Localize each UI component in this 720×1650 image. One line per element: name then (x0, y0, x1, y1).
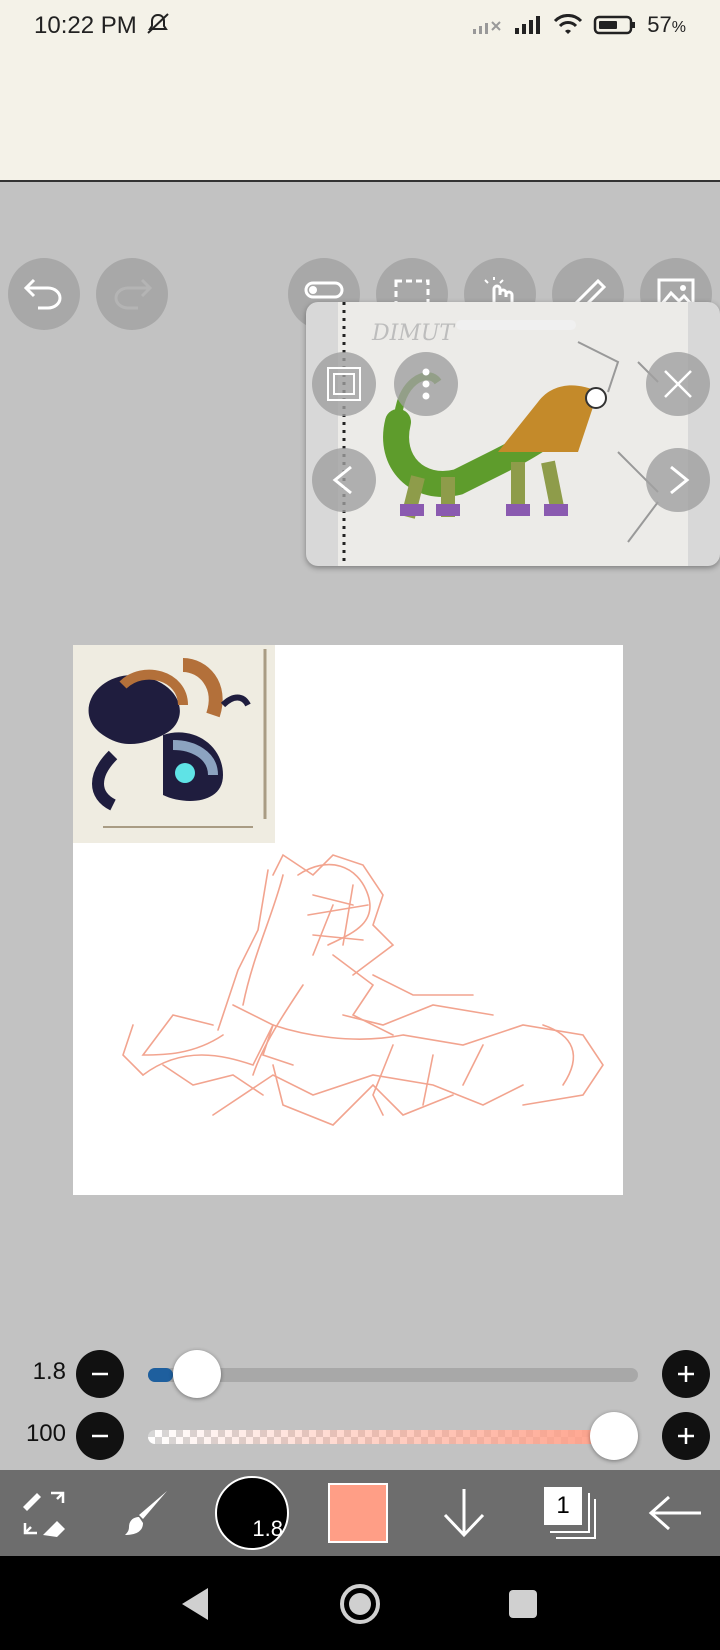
arrow-left-icon (648, 1495, 701, 1531)
reference-photo: DIMUT (338, 302, 688, 566)
svg-text:DIMUT: DIMUT (371, 321, 456, 346)
reference-close-button[interactable] (646, 352, 710, 416)
minus-icon (92, 1372, 108, 1376)
reference-menu-button[interactable] (394, 352, 458, 416)
reference-fit-button[interactable] (312, 352, 376, 416)
status-icons: 57% (471, 12, 686, 38)
status-time: 10:22 PM (34, 12, 171, 40)
opacity-row: 100 (0, 1410, 720, 1462)
brush-size-track[interactable] (148, 1368, 638, 1382)
more-vertical-icon (422, 368, 430, 400)
nav-back-icon[interactable] (178, 1586, 212, 1622)
brush-preview: 1.8 (215, 1476, 289, 1550)
brush-size-increase-button[interactable] (662, 1350, 710, 1398)
reference-drag-handle[interactable] (456, 320, 576, 330)
close-icon (664, 370, 692, 398)
back-button[interactable] (640, 1470, 710, 1556)
undo-icon (23, 278, 62, 310)
signal-icon (515, 16, 541, 34)
mute-icon (147, 13, 170, 34)
reference-drawing: DIMUT (338, 302, 688, 566)
redo-button[interactable] (96, 258, 168, 330)
opacity-gradient (148, 1430, 638, 1444)
signal-off-icon (473, 21, 501, 34)
layers-icon: 1 (544, 1487, 598, 1539)
undo-button[interactable] (8, 258, 80, 330)
reference-prev-button[interactable] (312, 448, 376, 512)
wifi-icon (554, 14, 583, 34)
status-bar: 10:22 PM 57% (0, 0, 720, 182)
layers-button[interactable]: 1 (536, 1470, 606, 1556)
brush-eraser-swap-button[interactable] (10, 1470, 80, 1556)
chevron-left-icon (332, 465, 352, 495)
opacity-slider-thumb[interactable] (590, 1412, 638, 1460)
brush-size-button[interactable]: 1.8 (212, 1470, 292, 1556)
brush-size-slider-thumb[interactable] (172, 1350, 221, 1398)
bottom-toolbar: 1.8 1 (0, 1470, 720, 1556)
opacity-label: 100 (25, 1420, 66, 1447)
opacity-decrease-button[interactable] (76, 1412, 124, 1460)
layer-count: 1 (556, 1492, 570, 1519)
minus-icon (92, 1434, 108, 1438)
brush-size-decrease-button[interactable] (76, 1350, 124, 1398)
battery-icon (594, 15, 636, 35)
arrow-down-icon (443, 1489, 485, 1538)
opacity-track[interactable] (148, 1430, 638, 1444)
brush-tool-button[interactable] (112, 1470, 182, 1556)
nav-home-icon[interactable] (338, 1582, 382, 1626)
drawing-canvas[interactable] (73, 645, 623, 1195)
brush-size-value: 1.8 (252, 1516, 283, 1541)
redo-icon (114, 278, 153, 310)
plus-icon (678, 1428, 694, 1444)
sketch-lines (122, 853, 604, 1126)
frame-icon (327, 367, 361, 401)
brush-size-fill (148, 1368, 173, 1382)
brush-size-label: 1.8 (32, 1358, 66, 1385)
brush-icon (125, 1491, 167, 1535)
reference-next-button[interactable] (646, 448, 710, 512)
chevron-right-icon (670, 465, 690, 495)
system-navigation-bar (0, 1556, 720, 1650)
color-picker-button[interactable] (326, 1470, 390, 1556)
battery-level: 57% (647, 12, 686, 37)
brush-size-row: 1.8 (0, 1348, 720, 1400)
reference-window[interactable]: DIMUT (306, 302, 720, 566)
brush-eraser-swap-icon (23, 1491, 65, 1537)
current-color-swatch (328, 1483, 388, 1543)
move-down-button[interactable] (432, 1470, 496, 1556)
plus-icon (678, 1366, 694, 1382)
opacity-increase-button[interactable] (662, 1412, 710, 1460)
nav-recents-icon[interactable] (507, 1588, 539, 1620)
